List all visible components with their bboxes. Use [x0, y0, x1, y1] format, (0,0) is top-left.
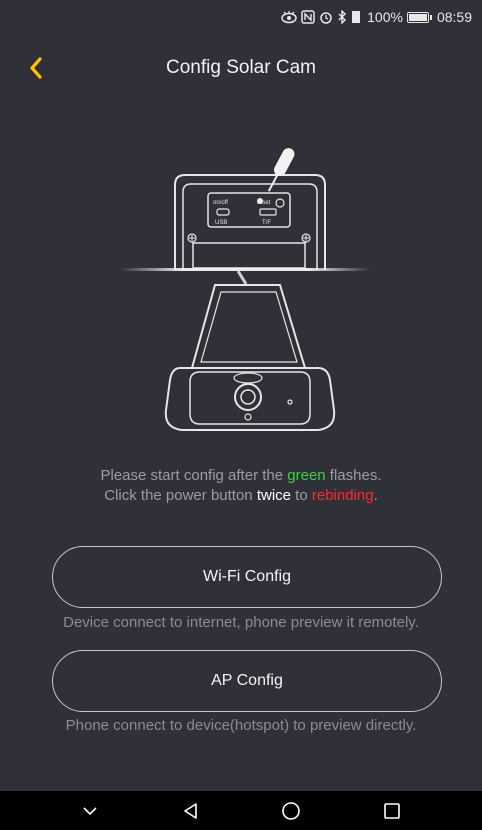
- back-button[interactable]: [20, 52, 52, 84]
- system-nav-bar: [0, 791, 482, 830]
- signal-icon: [352, 11, 361, 23]
- battery-indicator: 100% 08:59: [367, 9, 472, 25]
- recents-square-icon: [383, 802, 400, 819]
- back-triangle-icon: [183, 802, 197, 819]
- home-circle-icon: [282, 801, 301, 820]
- usb-label: USB: [215, 220, 227, 226]
- on-off-label: on/off: [213, 200, 228, 206]
- status-icons: [281, 10, 361, 24]
- eye-icon: [281, 11, 297, 24]
- instruction-text: to: [291, 487, 312, 504]
- instruction-line-1: Please start config after the green flas…: [0, 466, 482, 486]
- battery-icon: [406, 11, 432, 23]
- bluetooth-icon: [338, 10, 347, 24]
- green-highlight: green: [287, 467, 326, 484]
- chevron-left-icon: [30, 57, 42, 79]
- top-bar: Config Solar Cam: [0, 34, 482, 102]
- instruction-line-2: Click the power button twice to rebindin…: [0, 486, 482, 506]
- status-bar: 100% 08:59: [0, 0, 482, 34]
- nav-home-button[interactable]: [271, 791, 311, 830]
- twice-emphasis: twice: [256, 487, 291, 504]
- config-instructions: Please start config after the green flas…: [0, 466, 482, 506]
- hide-keyboard-button[interactable]: [70, 791, 110, 830]
- ap-config-button[interactable]: AP Config: [52, 650, 442, 712]
- page-title: Config Solar Cam: [166, 57, 316, 78]
- instruction-text: Click the power button: [104, 487, 257, 504]
- wifi-config-description: Device connect to internet, phone previe…: [63, 614, 419, 631]
- tf-label: T/F: [262, 220, 271, 226]
- nav-recents-button[interactable]: [372, 791, 412, 830]
- ap-config-description: Phone connect to device(hotspot) to prev…: [65, 717, 417, 734]
- nav-back-button[interactable]: [171, 791, 211, 830]
- solar-cam-illustration: on/off reset USB T/F: [120, 148, 370, 431]
- rebinding-highlight: rebinding: [311, 487, 374, 504]
- instruction-text: .: [373, 487, 378, 504]
- instruction-text: flashes.: [325, 467, 382, 484]
- clock: 08:59: [436, 9, 472, 25]
- nfc-icon: [301, 10, 315, 24]
- alarm-icon: [320, 12, 332, 24]
- instruction-text: Please start config after the: [100, 467, 288, 484]
- chevron-down-icon: [83, 806, 97, 815]
- battery-percent: 100%: [367, 9, 403, 25]
- wifi-config-button[interactable]: Wi-Fi Config: [52, 546, 442, 608]
